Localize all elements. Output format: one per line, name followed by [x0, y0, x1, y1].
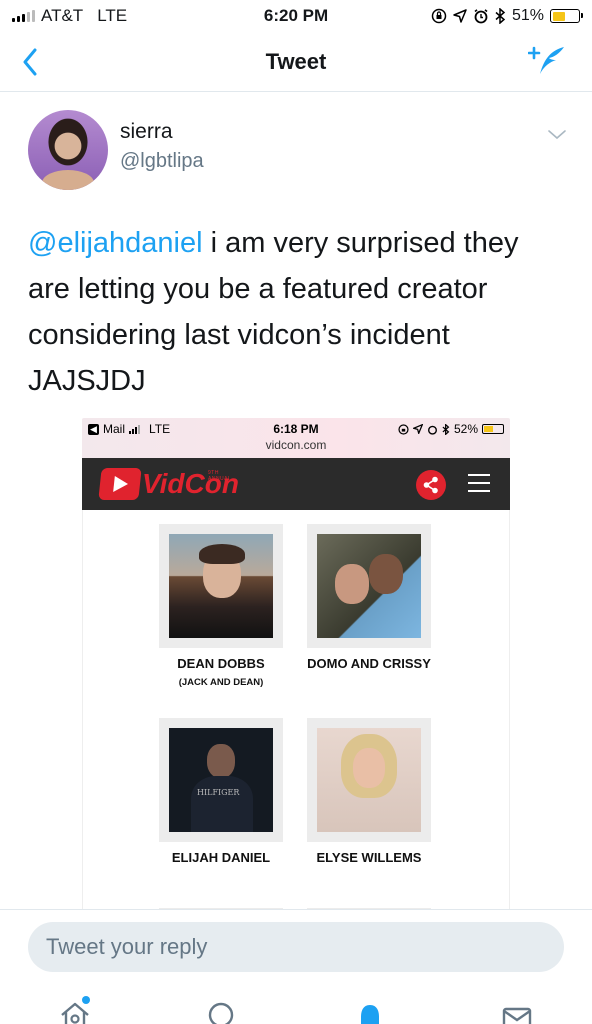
carrier-label: AT&T: [41, 6, 84, 25]
creator-card-photo: [159, 524, 283, 648]
author-handle[interactable]: @lgbtlipa: [120, 150, 204, 173]
avatar[interactable]: [28, 110, 108, 190]
page-title: Tweet: [265, 48, 327, 74]
bluetooth-icon: [495, 8, 506, 24]
chevron-down-icon: [548, 130, 566, 140]
share-button: [416, 470, 446, 500]
tab-messages[interactable]: [500, 999, 534, 1024]
alarm-icon: [474, 9, 488, 24]
vidcon-header: Vid Con 9TH ANNUAL: [82, 458, 510, 510]
tweet-options-button[interactable]: [548, 126, 566, 144]
embedded-battery-percent: 52%: [453, 422, 478, 436]
battery-fill: [484, 426, 494, 432]
compose-tweet-icon: [527, 46, 564, 74]
creator-grid: DEAN DOBBS (JACK AND DEAN) DOMO AND CRIS…: [82, 510, 510, 913]
tab-notifications[interactable]: [353, 999, 387, 1024]
alarm-icon: [428, 425, 437, 435]
compose-tweet-button[interactable]: [527, 44, 568, 80]
creator-photo: HILFIGER: [169, 728, 273, 832]
creator-name: DEAN DOBBS: [177, 656, 265, 671]
status-bar: AT&T LTE 6:20 PM 51%: [0, 0, 592, 32]
battery-fill: [552, 11, 566, 21]
navigation-bar: Tweet: [0, 32, 592, 92]
messages-icon: [502, 1007, 532, 1024]
share-icon: [423, 476, 438, 494]
creator-name: DOMO AND CRISSY: [307, 656, 431, 671]
battery-icon: [550, 9, 583, 23]
author-name[interactable]: sierra: [120, 120, 173, 144]
screen-lock-icon: [431, 8, 447, 24]
creator-name: ELIJAH DANIEL: [171, 850, 271, 865]
shirt-text: HILFIGER: [197, 788, 240, 797]
hamburger-menu-icon: [468, 474, 490, 492]
status-left: AT&T LTE: [12, 6, 127, 26]
tweet-image[interactable]: ◀ Mail LTE 6:18 PM vidcon.com 52% Vid Co…: [82, 418, 510, 913]
creator-photo: [317, 534, 421, 638]
signal-strength-icon: [12, 10, 35, 22]
location-arrow-icon: [453, 9, 467, 23]
network-label: LTE: [97, 6, 128, 25]
creator-subtitle: (JACK AND DEAN): [178, 677, 264, 688]
vidcon-logo: Vid Con 9TH ANNUAL: [98, 468, 239, 500]
bluetooth-icon: [442, 423, 450, 435]
reply-input[interactable]: Tweet your reply: [28, 922, 564, 972]
creator-card-photo: [307, 524, 431, 648]
mention-link[interactable]: @elijahdaniel: [28, 227, 203, 259]
tab-search[interactable]: [205, 999, 239, 1024]
status-right: 51%: [431, 7, 583, 25]
location-arrow-icon: [412, 424, 423, 434]
battery-icon: [482, 424, 504, 434]
battery-percent: 51%: [511, 7, 544, 24]
creator-card-photo: HILFIGER: [159, 718, 283, 842]
reply-bar: Tweet your reply: [0, 909, 592, 983]
creator-photo: [169, 534, 273, 638]
play-logo-icon: [98, 468, 142, 500]
search-icon: [208, 1002, 234, 1024]
tweet-text: @elijahdaniel i am very surprised they a…: [28, 220, 568, 404]
creator-photo: [317, 728, 421, 832]
notifications-icon: [361, 1005, 379, 1024]
chevron-left-icon: [23, 48, 37, 76]
creator-name: ELYSE WILLEMS: [316, 850, 422, 865]
embedded-url: vidcon.com: [265, 438, 327, 452]
embedded-status-bar: ◀ Mail LTE 6:18 PM vidcon.com 52%: [82, 418, 510, 458]
embedded-status-right: 52%: [398, 422, 504, 436]
notification-dot: [82, 996, 90, 1004]
screen-lock-icon: [398, 423, 409, 435]
back-button[interactable]: [22, 46, 46, 78]
tab-bar: [0, 983, 592, 1024]
logo-annual: 9TH ANNUAL: [208, 470, 232, 482]
logo-vid: Vid: [142, 468, 185, 499]
creator-card-photo: [307, 718, 431, 842]
